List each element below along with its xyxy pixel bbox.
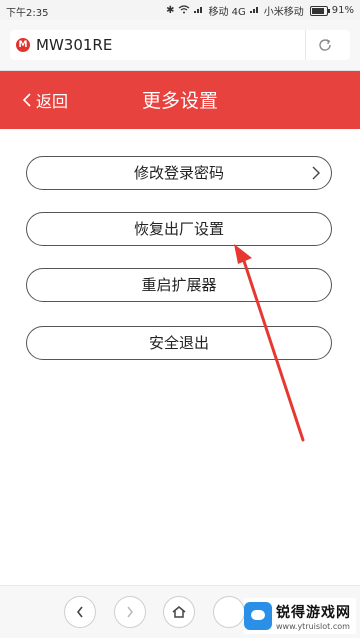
logout-button[interactable]: 安全退出 [26, 326, 332, 360]
tabs-button[interactable] [213, 596, 245, 628]
carrier-1: 移动 4G [208, 7, 246, 18]
chevron-left-icon [76, 606, 83, 618]
browser-address-bar: M MW301RE [0, 20, 360, 71]
chevron-right-icon [127, 606, 134, 618]
menu-item-label: 安全退出 [148, 334, 209, 352]
watermark: 锐得游戏网 www.ytruislot.com [244, 598, 356, 634]
factory-reset-button[interactable]: 恢复出厂设置 [26, 212, 332, 246]
menu-item-label: 修改登录密码 [133, 164, 224, 182]
menu-item-label: 重启扩展器 [141, 276, 217, 294]
refresh-icon [319, 39, 331, 51]
url-box[interactable]: M MW301RE [10, 30, 350, 60]
status-indicators: ✱ 移动 4G 小米移动 91% [166, 3, 354, 18]
carrier-2: 小米移动 [263, 7, 304, 18]
wifi-icon [178, 4, 190, 17]
page-title: 更多设置 [141, 90, 218, 112]
watermark-logo-icon [244, 602, 272, 630]
status-time: 下午2:35 [6, 8, 49, 19]
refresh-button[interactable] [305, 30, 344, 60]
watermark-title: 锐得游戏网 [276, 604, 351, 621]
menu-item-label: 恢复出厂设置 [133, 220, 224, 238]
signal-icon [249, 5, 260, 16]
url-text[interactable]: MW301RE [36, 36, 112, 54]
status-bar: 下午2:35 ✱ 移动 4G 小米移动 91% [0, 0, 360, 20]
watermark-url: www.ytruislot.com [276, 621, 350, 631]
back-nav-button[interactable] [64, 596, 96, 628]
page-header: 返回 更多设置 [0, 71, 360, 129]
chevron-right-icon [312, 166, 320, 180]
restart-extender-button[interactable]: 重启扩展器 [26, 268, 332, 302]
bluetooth-icon: ✱ [166, 5, 175, 16]
change-password-button[interactable]: 修改登录密码 [26, 156, 332, 190]
forward-nav-button[interactable] [114, 596, 146, 628]
battery-icon [309, 5, 330, 16]
home-button[interactable] [163, 596, 195, 628]
site-logo-icon: M [16, 38, 30, 52]
battery-percent: 91% [331, 5, 354, 16]
signal-icon [194, 5, 204, 16]
home-icon [172, 606, 186, 618]
